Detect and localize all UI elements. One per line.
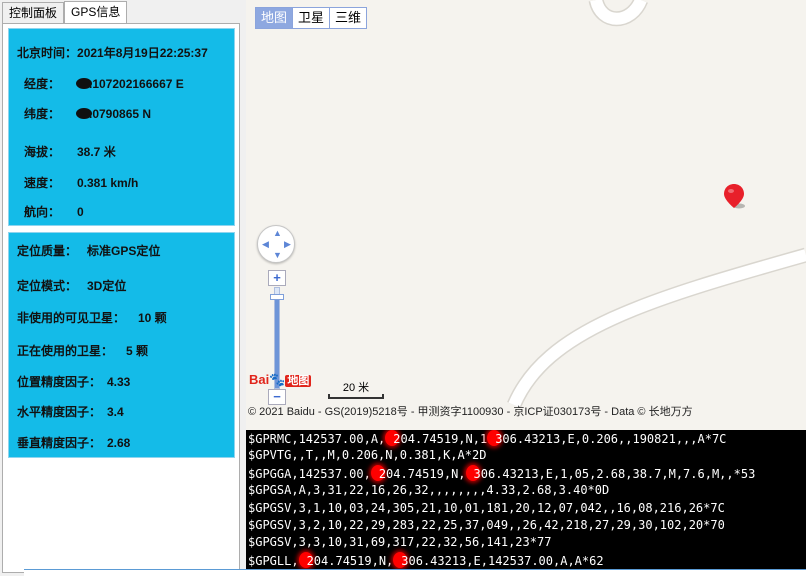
latitude-row: 纬度： .0790865 N: [24, 105, 151, 122]
pdop-label: 位置精度因子：: [17, 375, 102, 389]
time-value: 2021年8月19日22:25:37: [77, 46, 208, 60]
altitude-row: 海拔： 38.7 米: [24, 143, 116, 160]
baidu-map[interactable]: 地图 卫星 三维 ▲ ▼ ◀ ▶ + − Bai🐾 地图 20 米 © 2021 …: [246, 0, 806, 430]
baidu-logo[interactable]: Bai🐾 地图: [249, 372, 312, 388]
used-sats-row: 正在使用的卫星： 5 颗: [17, 342, 148, 359]
nmea-segment: $GPGSA,A,3,31,22,16,26,32,,,,,,,,4.33,2.…: [248, 483, 610, 498]
longitude-value: .107202166667 E: [89, 77, 184, 91]
nmea-line: $GPRMC,142537.00,A, 204.74519,N,1 306.4321…: [248, 430, 806, 447]
map-type-switcher: 地图 卫星 三维: [255, 7, 368, 29]
used-sats-value: 5 颗: [126, 344, 149, 358]
tab-gps-info[interactable]: GPS信息: [64, 1, 128, 25]
mode-value: 3D定位: [87, 279, 127, 293]
altitude-value: 38.7 米: [77, 145, 116, 159]
heading-value: 0: [77, 205, 84, 219]
logo-text: Bai: [249, 372, 270, 387]
unused-sats-row: 非使用的可见卫星： 10 颗: [17, 309, 167, 326]
logo-map-text: 地图: [285, 375, 312, 387]
map-roads: [507, 0, 806, 409]
scale-label: 20 米: [342, 382, 370, 394]
pan-control[interactable]: ▲ ▼ ◀ ▶: [257, 225, 295, 263]
latitude-label: 纬度：: [24, 107, 61, 121]
bottom-input-strip: [24, 569, 806, 576]
used-sats-label: 正在使用的卫星：: [17, 344, 114, 358]
nmea-segment: 204.74519,N,: [378, 466, 466, 481]
speed-label: 速度：: [24, 176, 61, 190]
nmea-line: $GPVTG,,T,,M,0.206,N,0.381,K,A*2D: [248, 447, 806, 464]
zoom-in-button[interactable]: +: [268, 270, 286, 286]
nmea-segment: $GPGSV,3,1,10,03,24,305,21,10,01,181,20,…: [248, 500, 725, 515]
map-type-3d[interactable]: 三维: [330, 8, 366, 28]
pan-right-icon[interactable]: ▶: [284, 240, 291, 249]
zoom-slider-handle[interactable]: [270, 294, 284, 301]
pdop-value: 4.33: [107, 375, 131, 389]
unused-sats-label: 非使用的可见卫星：: [17, 311, 126, 325]
nmea-segment: 306.43213,E,1,05,2.68,38.7,M,7.6,M,,*53: [473, 466, 756, 481]
fix-quality-card: 定位质量： 标准GPS定位 定位模式： 3D定位 非使用的可见卫星： 10 颗 正在使…: [8, 232, 235, 458]
latitude-value: .0790865 N: [89, 107, 152, 121]
nmea-line: $GPGSV,3,1,10,03,24,305,21,10,01,181,20,…: [248, 500, 806, 517]
vdop-value: 2.68: [107, 436, 131, 450]
nmea-line: $GPGLL, 204.74519,N, 306.43213,E,142537.00…: [248, 551, 806, 569]
nmea-segment: 204.74519,N,1: [393, 432, 488, 446]
pan-up-icon[interactable]: ▲: [273, 229, 282, 238]
nmea-segment: $GPGSV,3,2,10,22,29,283,22,25,37,049,,26…: [248, 517, 725, 532]
nmea-segment: $GPGSV,3,3,10,31,69,317,22,32,56,141,23*…: [248, 535, 552, 550]
map-copyright: © 2021 Baidu - GS(2019)5218号 - 甲测资字11009…: [248, 406, 693, 418]
nmea-line: $GPGSV,3,2,10,22,29,283,22,25,37,049,,26…: [248, 517, 806, 534]
speed-value: 0.381 km/h: [77, 176, 139, 190]
nmea-segment: $GPGGA,142537.00,: [248, 466, 371, 481]
time-label: 北京时间：: [17, 46, 78, 60]
mode-row: 定位模式： 3D定位: [17, 277, 126, 294]
nmea-line: $GPGGA,142537.00, 204.74519,N, 306.43213,E…: [248, 464, 806, 482]
unused-sats-value: 10 颗: [138, 311, 167, 325]
nmea-segment: $GPGLL,: [248, 553, 299, 568]
scale-bar: 20 米: [328, 379, 384, 399]
nmea-line: $GPGSA,A,3,31,22,16,26,32,,,,,,,,4.33,2.…: [248, 482, 806, 499]
speed-row: 速度： 0.381 km/h: [24, 174, 138, 191]
nmea-segment: 306.43213,E,0.206,,190821,,,A*7C: [495, 432, 727, 446]
nmea-segment: $GPRMC,142537.00,A,: [248, 432, 386, 446]
hdop-label: 水平精度因子：: [17, 405, 102, 419]
heading-row: 航向： 0: [24, 203, 84, 220]
vdop-label: 垂直精度因子：: [17, 436, 102, 450]
nmea-segment: $GPVTG,,T,,M,0.206,N,0.381,K,A*2D: [248, 448, 487, 463]
quality-value: 标准GPS定位: [87, 244, 161, 258]
scale-line: [328, 394, 384, 399]
pan-down-icon[interactable]: ▼: [273, 251, 282, 260]
altitude-label: 海拔：: [24, 145, 61, 159]
pan-left-icon[interactable]: ◀: [262, 240, 269, 249]
location-pin-icon[interactable]: [723, 184, 747, 212]
heading-label: 航向：: [24, 205, 61, 219]
tab-strip: 控制面板 GPS信息: [2, 1, 128, 25]
quality-row: 定位质量： 标准GPS定位: [17, 242, 160, 259]
nmea-segment: 204.74519,N,: [306, 553, 394, 568]
nmea-line: $GPGSV,3,3,10,31,69,317,22,32,56,141,23*…: [248, 534, 806, 551]
gps-info-panel: 控制面板 GPS信息 北京时间：2021年8月19日22:25:37 经度： .1…: [0, 0, 242, 576]
pdop-row: 位置精度因子： 4.33: [17, 373, 130, 390]
quality-label: 定位质量：: [17, 244, 78, 258]
position-card: 北京时间：2021年8月19日22:25:37 经度： .107202166667…: [8, 28, 235, 226]
longitude-row: 经度： .107202166667 E: [24, 75, 184, 92]
nmea-segment: 306.43213,E,142537.00,A,A*62: [401, 553, 604, 568]
longitude-label: 经度：: [24, 77, 61, 91]
hdop-row: 水平精度因子： 3.4: [17, 403, 124, 420]
hdop-value: 3.4: [107, 405, 124, 419]
time-row: 北京时间：2021年8月19日22:25:37: [17, 44, 208, 61]
map-type-map[interactable]: 地图: [256, 8, 294, 28]
vdop-row: 垂直精度因子： 2.68: [17, 434, 130, 451]
map-type-satellite[interactable]: 卫星: [293, 8, 331, 28]
tab-content: 北京时间：2021年8月19日22:25:37 经度： .107202166667…: [2, 23, 240, 573]
nmea-output[interactable]: $GPRMC,142537.00,A, 204.74519,N,1 306.4321…: [246, 430, 806, 572]
tab-control-panel[interactable]: 控制面板: [2, 2, 65, 24]
mode-label: 定位模式：: [17, 279, 78, 293]
paw-icon: 🐾: [269, 372, 286, 387]
